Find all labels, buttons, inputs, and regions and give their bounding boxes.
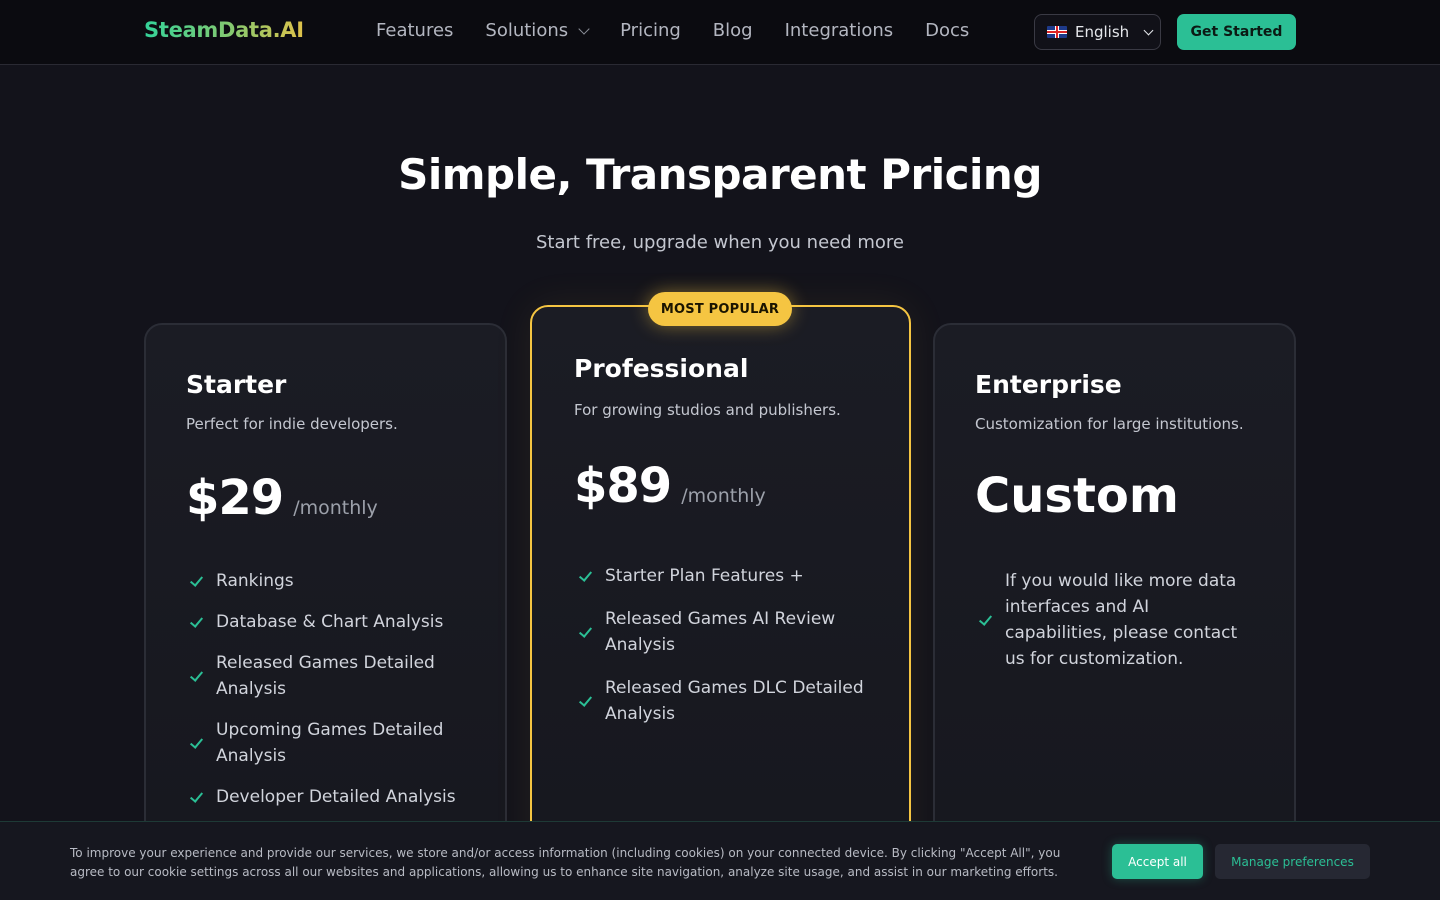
cookie-banner: To improve your experience and provide o… [0,821,1440,900]
chevron-down-icon [1143,25,1154,35]
feature-label: Developer Detailed Analysis [216,787,456,807]
feature-item: Database & Chart Analysis [188,609,468,635]
check-icon [188,735,204,751]
feature-item: Starter Plan Features + [577,563,877,589]
uk-flag-icon [1047,26,1067,38]
plan-description-enterprise: Customization for large institutions. [975,415,1244,433]
feature-item: Rankings [188,568,468,594]
feature-list-professional: Starter Plan Features + Released Games A… [577,563,877,727]
feature-item: Upcoming Games Detailed Analysis [188,717,468,769]
nav-link-solutions-label: Solutions [485,20,569,41]
plan-period-starter: /monthly [293,497,378,519]
feature-label: If you would like more data interfaces a… [1005,571,1238,669]
plan-period-professional: /monthly [681,485,766,507]
plan-name-professional: Professional [574,354,749,383]
check-icon [577,624,593,640]
plan-price-professional: $89 [574,458,672,514]
nav-link-integrations[interactable]: Integrations [785,20,894,41]
check-icon [977,612,993,628]
plan-description-starter: Perfect for indie developers. [186,415,398,433]
feature-label: Rankings [216,571,294,591]
check-icon [577,693,593,709]
plan-name-enterprise: Enterprise [975,370,1122,399]
nav-links: Features Solutions Pricing Blog Integrat… [376,20,969,41]
nav-link-docs[interactable]: Docs [925,20,969,41]
nav-link-features[interactable]: Features [376,20,453,41]
top-navbar: SteamData.AI Features Solutions Pricing … [0,0,1440,65]
feature-label: Database & Chart Analysis [216,612,444,632]
feature-label: Released Games Detailed Analysis [216,653,435,699]
feature-item: Released Games DLC Detailed Analysis [577,675,877,727]
most-popular-badge: MOST POPULAR [648,292,792,326]
manage-preferences-button[interactable]: Manage preferences [1215,844,1370,879]
plan-price-enterprise: Custom [975,468,1179,524]
feature-label: Upcoming Games Detailed Analysis [216,720,444,766]
feature-item: Released Games AI Review Analysis [577,606,877,658]
plan-description-professional: For growing studios and publishers. [574,401,841,419]
language-selector[interactable]: English [1034,14,1161,50]
language-label: English [1075,23,1130,41]
feature-item: Developer Detailed Analysis [188,784,468,810]
price-row-professional: $89 /monthly [574,458,766,514]
check-icon [188,573,204,589]
page-subtitle: Start free, upgrade when you need more [536,232,904,253]
check-icon [188,789,204,805]
cookie-notice-text: To improve your experience and provide o… [70,846,1061,879]
check-icon [577,568,593,584]
brand-logo[interactable]: SteamData.AI [144,18,304,42]
nav-link-solutions[interactable]: Solutions [485,20,590,41]
get-started-button[interactable]: Get Started [1177,14,1296,50]
feature-label: Released Games AI Review Analysis [605,609,836,655]
feature-label: Starter Plan Features + [605,566,804,586]
page-title: Simple, Transparent Pricing [398,150,1042,199]
check-icon [188,668,204,684]
nav-link-blog[interactable]: Blog [713,20,753,41]
check-icon [188,614,204,630]
price-row-starter: $29 /monthly [186,470,378,526]
nav-link-pricing[interactable]: Pricing [620,20,681,41]
feature-label: Released Games DLC Detailed Analysis [605,678,864,724]
feature-list-starter: Rankings Database & Chart Analysis Relea… [188,568,468,810]
plan-name-starter: Starter [186,370,287,399]
feature-list-enterprise: If you would like more data interfaces a… [977,568,1252,672]
feature-item: Released Games Detailed Analysis [188,650,468,702]
accept-all-button[interactable]: Accept all [1112,844,1203,879]
feature-item: If you would like more data interfaces a… [977,568,1252,672]
chevron-down-icon [578,22,590,35]
plan-price-starter: $29 [186,470,284,526]
